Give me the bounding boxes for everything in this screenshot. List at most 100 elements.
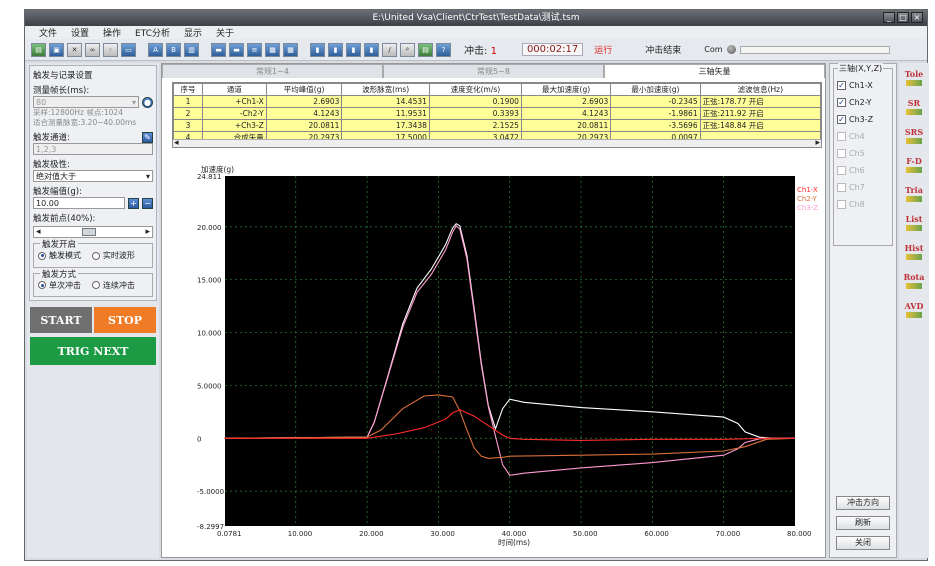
- y-tick-label: 24.811: [197, 173, 222, 181]
- maximize-button[interactable]: □: [897, 12, 909, 23]
- avd-icon: [906, 312, 922, 318]
- layout-4-icon[interactable]: ▦: [265, 42, 280, 57]
- tab-triaxial-vector[interactable]: 三轴矢量: [604, 64, 825, 78]
- cursor-4-icon[interactable]: ▮: [364, 42, 379, 57]
- layout-3-icon[interactable]: ≡: [247, 42, 262, 57]
- print-icon[interactable]: ▤: [418, 42, 433, 57]
- acceleration-chart: 24.811 20.000 15.000 10.000 5.0000 0 -5.0000 -8…: [165, 158, 825, 556]
- y-tick-label: 20.000: [197, 224, 222, 232]
- wrench-icon[interactable]: ✎: [142, 131, 153, 143]
- tab-normal-5-8[interactable]: 常规5~8: [383, 64, 604, 78]
- radio-trigger-mode[interactable]: 触发模式: [38, 250, 81, 261]
- save-icon[interactable]: ▣: [49, 42, 64, 57]
- menu-bar: 文件 设置 操作 ETC分析 显示 关于: [25, 26, 927, 39]
- menu-settings[interactable]: 设置: [71, 26, 89, 39]
- table-cell: 2.6903: [265, 95, 343, 108]
- tool-f-d[interactable]: F-D: [899, 150, 929, 179]
- table-scrollbar[interactable]: ◂ ▸: [173, 138, 821, 148]
- start-button[interactable]: START: [30, 307, 92, 333]
- table-cell: 正弦:148.84 开启: [699, 119, 822, 132]
- table-cell: 0.1900: [428, 95, 522, 108]
- trigger-threshold-input[interactable]: 10.00: [33, 197, 125, 209]
- group-title: 触发与记录设置: [33, 71, 93, 81]
- table-row[interactable]: 1 +Ch1-X 2.6903 14.4531 0.1900 2.6903 -0.2345 正…: [172, 95, 822, 108]
- tool-sr[interactable]: SR: [899, 92, 929, 121]
- impact-counter: 冲击: 1: [464, 46, 497, 57]
- apply-icon[interactable]: ●: [142, 96, 153, 108]
- analysis-sidebar: Tole SR SRS F-D Tria List Hist Rota AVD: [899, 63, 929, 558]
- table-row[interactable]: 2 -Ch2-Y 4.1243 11.9531 0.3393 4.1243 -1.9861 正…: [172, 107, 822, 120]
- menu-file[interactable]: 文件: [39, 26, 57, 39]
- main-window: E:\United Vsa\Client\CtrTest\TestData\测试…: [24, 9, 929, 561]
- radio-single[interactable]: 单次冲击: [38, 280, 81, 291]
- minus-icon[interactable]: −: [142, 197, 153, 209]
- tool-rota[interactable]: Rota: [899, 266, 929, 295]
- trig-next-button[interactable]: TRIG NEXT: [30, 337, 156, 365]
- channel-checkbox-ch1-x[interactable]: ✓ Ch1-X: [837, 77, 889, 94]
- radio-realtime[interactable]: 实时波形: [91, 250, 135, 261]
- help-icon[interactable]: ?: [436, 42, 451, 57]
- x-tick-label: 20.000: [359, 530, 384, 538]
- table-cell: -1.9861: [610, 107, 701, 120]
- chart-b-icon[interactable]: B: [166, 42, 181, 57]
- table-row[interactable]: 3 +Ch3-Z 20.0811 17.3438 2.1525 20.0811 -3.569…: [172, 119, 822, 132]
- close-button[interactable]: ×: [911, 12, 923, 23]
- trigger-channel-input[interactable]: 1,2,3: [33, 143, 153, 155]
- sr-icon: [906, 109, 922, 115]
- table-cell: 0.3393: [428, 107, 522, 120]
- tools-icon[interactable]: ✕: [67, 42, 82, 57]
- tool-srs[interactable]: SRS: [899, 121, 929, 150]
- channel-panel: 三轴(X,Y,Z) ✓ Ch1-X ✓ Ch2-Y ✓ Ch3-Z Ch4 Ch5 Ch6 Ch7…: [829, 63, 897, 558]
- tool-list[interactable]: List: [899, 208, 929, 237]
- auto-zoom-icon[interactable]: ⌕: [400, 42, 415, 57]
- menu-display[interactable]: 显示: [184, 26, 202, 39]
- tool-tole[interactable]: Tole: [899, 63, 929, 92]
- refresh-button[interactable]: 刷新: [836, 516, 890, 530]
- slider-thumb[interactable]: [82, 228, 96, 236]
- pretrigger-slider[interactable]: ◂ ▸: [33, 226, 153, 238]
- cursor-3-icon[interactable]: ▮: [346, 42, 361, 57]
- cursor-1-icon[interactable]: ▮: [310, 42, 325, 57]
- power-off-icon[interactable]: ◦: [103, 42, 118, 57]
- radio-continuous[interactable]: 连续冲击: [91, 280, 135, 291]
- minimize-button[interactable]: _: [883, 12, 895, 23]
- brush-icon[interactable]: /: [382, 42, 397, 57]
- menu-operate[interactable]: 操作: [103, 26, 121, 39]
- tool-avd[interactable]: AVD: [899, 295, 929, 324]
- trigger-polarity-select[interactable]: 绝对值大于 ▾: [33, 170, 153, 182]
- tool-hist[interactable]: Hist: [899, 237, 929, 266]
- tria-icon: [906, 196, 922, 202]
- table-cell: 17.3438: [341, 119, 430, 132]
- table-cell: +Ch1-X: [202, 95, 267, 108]
- table-cell: 2.6903: [520, 95, 612, 108]
- slider-right-icon: ▸: [145, 227, 150, 237]
- y-tick-label: 15.000: [197, 277, 222, 285]
- menu-about[interactable]: 关于: [216, 26, 234, 39]
- channel-checkbox-ch2-y[interactable]: ✓ Ch2-Y: [837, 94, 889, 111]
- tool-tria[interactable]: Tria: [899, 179, 929, 208]
- legend-entry: Ch1-X: [797, 186, 818, 194]
- layout-1-icon[interactable]: ▬: [211, 42, 226, 57]
- cursor-2-icon[interactable]: ▮: [328, 42, 343, 57]
- open-folder-icon[interactable]: ▤: [31, 42, 46, 57]
- elapsed-time: 000:02:17: [521, 43, 584, 56]
- layout-5-icon[interactable]: ▦: [283, 42, 298, 57]
- chart-c-icon[interactable]: ▥: [184, 42, 199, 57]
- close-panel-button[interactable]: 关闭: [836, 536, 890, 550]
- table-cell: 14.4531: [341, 95, 430, 108]
- stop-button[interactable]: STOP: [94, 307, 156, 333]
- tab-normal-1-4[interactable]: 常规1~4: [162, 64, 383, 78]
- layout-2-icon[interactable]: ▬: [229, 42, 244, 57]
- impact-direction-button[interactable]: 冲击方向: [836, 496, 890, 510]
- chart-a-icon[interactable]: A: [148, 42, 163, 57]
- monitor-icon[interactable]: ▭: [121, 42, 136, 57]
- menu-etc[interactable]: ETC分析: [135, 26, 170, 39]
- channel-checkbox-ch3-z[interactable]: ✓ Ch3-Z: [837, 111, 889, 128]
- table-cell: 11.9531: [341, 107, 430, 120]
- com-progress: [739, 45, 890, 54]
- title-bar: E:\United Vsa\Client\CtrTest\TestData\测试…: [25, 10, 927, 26]
- link-icon[interactable]: ∞: [85, 42, 100, 57]
- chart-svg: 24.81120.00015.00010.0005.00000-5.0000-8…: [197, 164, 818, 547]
- frame-length-select[interactable]: 80 ▾: [33, 96, 139, 108]
- plus-icon[interactable]: +: [128, 197, 139, 209]
